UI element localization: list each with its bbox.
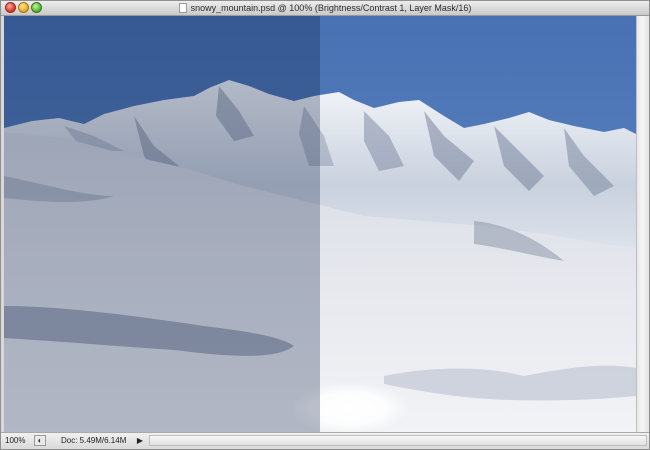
horizontal-scrollbar[interactable]: [149, 435, 647, 446]
document-size-info: Doc: 5.49M/6.14M: [61, 436, 127, 445]
status-bar: 100% ◐ Doc: 5.49M/6.14M ▶: [1, 432, 649, 449]
title-group: snowy_mountain.psd @ 100% (Brightness/Co…: [1, 1, 649, 15]
window-title: snowy_mountain.psd @ 100% (Brightness/Co…: [190, 3, 472, 13]
zoom-level-field[interactable]: 100%: [5, 435, 33, 446]
vertical-scrollbar[interactable]: [636, 16, 649, 432]
title-bar[interactable]: snowy_mountain.psd @ 100% (Brightness/Co…: [1, 1, 649, 16]
status-icon[interactable]: ◐: [34, 435, 46, 446]
document-icon: [178, 3, 187, 13]
photoshop-document-window: snowy_mountain.psd @ 100% (Brightness/Co…: [0, 0, 650, 450]
status-menu-arrow[interactable]: ▶: [135, 435, 145, 446]
image-canvas[interactable]: [4, 16, 636, 432]
snowy-mountain-photo: [4, 16, 636, 432]
